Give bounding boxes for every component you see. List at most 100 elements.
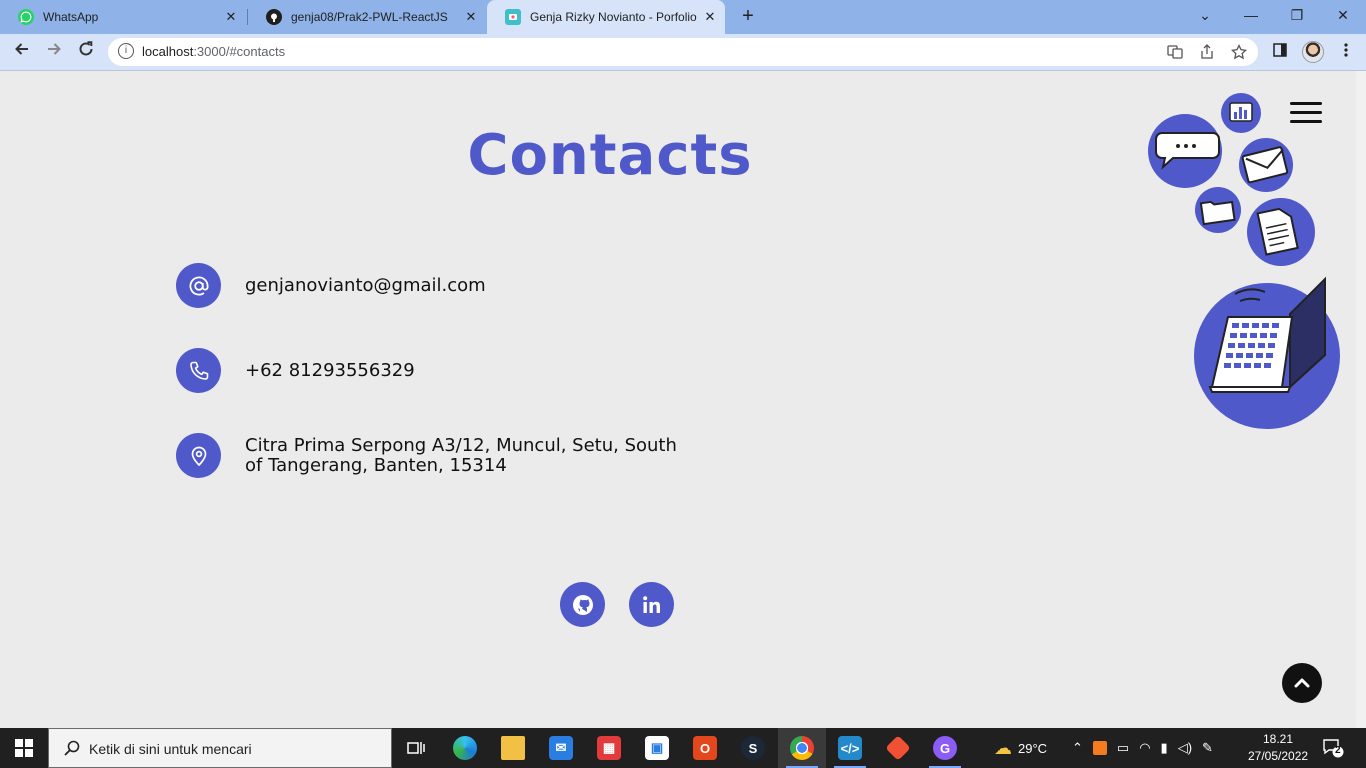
url-path: :3000/#contacts [193, 44, 286, 59]
close-window-button[interactable]: ✕ [1320, 0, 1366, 30]
new-tab-button[interactable]: + [738, 6, 758, 27]
weather-temp: 29°C [1018, 740, 1048, 756]
translate-icon[interactable] [1166, 44, 1184, 62]
linkedin-icon [642, 595, 660, 613]
profile-avatar[interactable] [1302, 41, 1324, 63]
taskbar-search-input[interactable]: Ketik di sini untuk mencari [48, 728, 392, 768]
site-info-icon[interactable]: i [118, 43, 134, 59]
camera-icon[interactable]: ▭ [1117, 740, 1129, 756]
wifi-icon[interactable]: ◠ [1139, 740, 1150, 756]
taskbar-vscode[interactable]: </> [826, 728, 874, 768]
share-icon[interactable] [1198, 44, 1216, 62]
system-clock[interactable]: 18.21 27/05/2022 [1248, 731, 1308, 765]
clock-date: 27/05/2022 [1248, 749, 1309, 763]
taskbar-store[interactable]: ▣ [633, 728, 681, 768]
taskbar-office[interactable]: O [681, 728, 729, 768]
page-title: Contacts [467, 123, 753, 188]
folder-icon [501, 736, 525, 760]
tab-whatsapp[interactable]: WhatsApp ✕ [0, 0, 246, 34]
at-sign-icon [176, 263, 221, 308]
github-link[interactable] [560, 582, 605, 627]
windows-logo-icon [15, 739, 33, 757]
tab-strip: WhatsApp ✕ genja08/Prak2-PWL-ReactJS ✕ G… [0, 0, 1366, 34]
chrome-icon [790, 736, 814, 760]
restore-button[interactable]: ❐ [1274, 0, 1320, 30]
chevron-up-icon[interactable]: ⌃ [1072, 740, 1083, 756]
clock-time: 18.21 [1262, 732, 1294, 746]
chevron-up-icon [1294, 678, 1310, 688]
taskbar-git[interactable] [874, 728, 922, 768]
reload-icon [79, 41, 93, 56]
battery-icon[interactable]: ▮ [1161, 740, 1168, 756]
search-placeholder: Ketik di sini untuk mencari [89, 741, 252, 757]
weather-widget[interactable]: ☁ 29°C [994, 728, 1047, 768]
taskbar-github-desktop[interactable]: G [921, 728, 969, 768]
store-icon: ▣ [645, 736, 669, 760]
address-bar[interactable]: i localhost:3000/#contacts [108, 38, 1258, 66]
close-icon[interactable]: ✕ [222, 8, 240, 26]
steam-icon: S [741, 736, 765, 760]
tab-title: WhatsApp [43, 10, 99, 24]
tab-github[interactable]: genja08/Prak2-PWL-ReactJS ✕ [248, 0, 486, 34]
side-panel-icon[interactable] [1270, 42, 1290, 62]
close-icon[interactable]: ✕ [462, 8, 480, 26]
email-text[interactable]: genjanovianto@gmail.com [245, 275, 486, 296]
page-scrollbar[interactable] [1356, 71, 1366, 728]
notification-count: 2 [1335, 745, 1341, 756]
system-tray: ⌃ ▭ ◠ ▮ ◁) ✎ [1072, 728, 1213, 768]
forward-arrow-icon [48, 43, 61, 55]
close-icon[interactable]: ✕ [701, 8, 719, 26]
taskbar-steam[interactable]: S [729, 728, 777, 768]
linkedin-link[interactable] [629, 582, 674, 627]
mail-icon: ✉ [549, 736, 573, 760]
tab-search-button[interactable]: ⌄ [1182, 0, 1228, 30]
scroll-to-top-button[interactable] [1282, 663, 1322, 703]
github-icon [572, 594, 593, 615]
bookmark-star-icon[interactable] [1230, 43, 1248, 62]
edge-icon [453, 736, 477, 760]
notification-center-button[interactable]: 2 [1322, 738, 1344, 758]
tab-portfolio[interactable]: Genja Rizky Novianto - Porfolio ✕ [487, 0, 725, 34]
taskbar-chrome[interactable] [778, 728, 826, 768]
reload-button[interactable] [73, 40, 99, 66]
contact-email: genjanovianto@gmail.com [176, 263, 486, 308]
phone-icon [176, 348, 221, 393]
back-button[interactable] [9, 40, 35, 66]
tab-title: Genja Rizky Novianto - Porfolio [530, 10, 697, 24]
search-icon [64, 740, 80, 756]
gift-icon: ▦ [597, 736, 621, 760]
address-text[interactable]: Citra Prima Serpong A3/12, Muncul, Setu,… [245, 435, 685, 476]
contact-illustration [1148, 93, 1340, 429]
whatsapp-icon [18, 9, 34, 25]
forward-button[interactable] [41, 40, 67, 66]
url-host: localhost [142, 44, 194, 59]
minimize-button[interactable]: — [1228, 0, 1274, 30]
menu-kebab-icon[interactable] [1336, 42, 1356, 62]
contact-address: Citra Prima Serpong A3/12, Muncul, Setu,… [176, 433, 685, 478]
taskbar-mail[interactable]: ✉ [537, 728, 585, 768]
github-icon [266, 9, 282, 25]
git-icon [885, 735, 911, 761]
volume-icon[interactable]: ◁) [1178, 740, 1192, 756]
taskbar-gift[interactable]: ▦ [585, 728, 633, 768]
phone-text[interactable]: +62 81293556329 [245, 360, 415, 381]
back-arrow-icon [15, 43, 28, 55]
taskbar-file-explorer[interactable] [489, 728, 537, 768]
url-text[interactable]: localhost:3000/#contacts [142, 44, 285, 59]
task-view-button[interactable] [392, 728, 440, 768]
start-button[interactable] [0, 728, 48, 768]
github-desktop-icon: G [933, 736, 957, 760]
weather-cloud-sun-icon: ☁ [994, 737, 1012, 758]
office-icon: O [693, 736, 717, 760]
page-content: Contacts genjanovianto@gmail.com +62 812… [0, 71, 1356, 728]
contact-phone: +62 81293556329 [176, 348, 415, 393]
location-pin-icon [176, 433, 221, 478]
xampp-icon[interactable] [1092, 741, 1107, 755]
portfolio-icon [505, 9, 521, 25]
vscode-icon: </> [838, 736, 862, 760]
task-view-icon [407, 742, 425, 754]
taskbar-edge[interactable] [441, 728, 489, 768]
tab-title: genja08/Prak2-PWL-ReactJS [291, 10, 448, 24]
browser-toolbar: i localhost:3000/#contacts [0, 34, 1366, 71]
pen-icon[interactable]: ✎ [1202, 740, 1213, 756]
